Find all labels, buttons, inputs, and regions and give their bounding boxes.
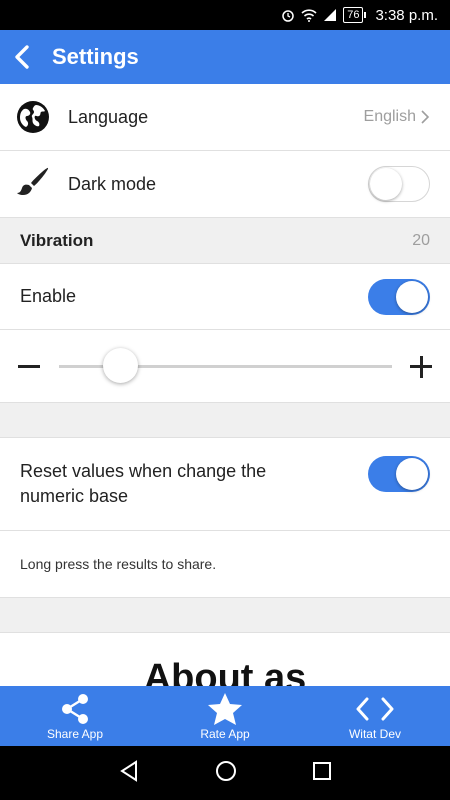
witat-dev-label: Witat Dev — [348, 727, 401, 741]
system-navigation-bar — [0, 746, 450, 800]
vibration-section-header: Vibration 20 — [0, 218, 450, 264]
alarm-icon — [281, 8, 295, 22]
vibration-slider-row — [0, 330, 450, 403]
language-label: Language — [68, 106, 149, 127]
about-section: About as — [0, 633, 450, 686]
bottom-navigation: Share App Rate App Witat Dev — [0, 686, 450, 746]
vibration-header: Vibration — [20, 230, 94, 250]
language-value-text: English — [363, 108, 416, 125]
share-app-button[interactable]: Share App — [0, 686, 150, 746]
back-arrow-icon — [15, 45, 29, 69]
language-row[interactable]: Language English — [0, 84, 450, 151]
enable-row[interactable]: Enable — [0, 264, 450, 330]
share-icon — [59, 691, 91, 727]
rate-app-label: Rate App — [200, 727, 250, 741]
slider-thumb[interactable] — [103, 348, 138, 383]
share-app-label: Share App — [46, 727, 104, 741]
system-back-icon[interactable] — [118, 759, 140, 787]
vibration-slider[interactable] — [59, 348, 392, 383]
star-icon — [207, 691, 243, 727]
toggle-knob — [370, 168, 402, 200]
about-heading: About as — [143, 657, 307, 686]
dark-mode-row[interactable]: Dark mode — [0, 151, 450, 218]
hint-row: Long press the results to share. — [0, 531, 450, 598]
paintbrush-icon — [14, 165, 52, 203]
app-bar: Settings — [0, 30, 450, 84]
system-recents-icon[interactable] — [312, 761, 332, 786]
reset-label: Reset values when change the numeric bas… — [20, 461, 267, 506]
system-home-icon[interactable] — [215, 760, 237, 787]
toggle-knob — [396, 458, 428, 490]
wifi-icon — [301, 8, 317, 22]
section-spacer — [0, 598, 450, 633]
dark-mode-toggle[interactable] — [368, 166, 430, 202]
page-title: Settings — [52, 44, 139, 69]
settings-list: Language English Dark mode Vibration 20 … — [0, 84, 450, 686]
language-value: English — [364, 108, 430, 126]
status-bar: 76 3:38 p.m. — [0, 0, 450, 30]
reset-row[interactable]: Reset values when change the numeric bas… — [0, 438, 450, 531]
clock: 3:38 p.m. — [375, 6, 438, 24]
rate-app-button[interactable]: Rate App — [150, 686, 300, 746]
hint-text: Long press the results to share. — [20, 556, 217, 572]
witat-dev-button[interactable]: Witat Dev — [300, 686, 450, 746]
minus-icon[interactable] — [18, 365, 40, 368]
signal-icon — [323, 8, 337, 22]
enable-toggle[interactable] — [368, 278, 430, 315]
vibration-value: 20 — [412, 231, 430, 249]
enable-label: Enable — [20, 286, 77, 306]
reset-toggle[interactable] — [368, 456, 430, 492]
chevron-right-icon — [421, 110, 430, 124]
dark-mode-label: Dark mode — [68, 173, 157, 194]
code-icon — [356, 691, 394, 727]
plus-icon[interactable] — [410, 356, 432, 378]
back-button[interactable] — [2, 30, 42, 84]
toggle-knob — [396, 280, 428, 313]
section-spacer — [0, 403, 450, 438]
battery-indicator: 76 — [343, 7, 367, 23]
globe-icon — [14, 98, 52, 136]
